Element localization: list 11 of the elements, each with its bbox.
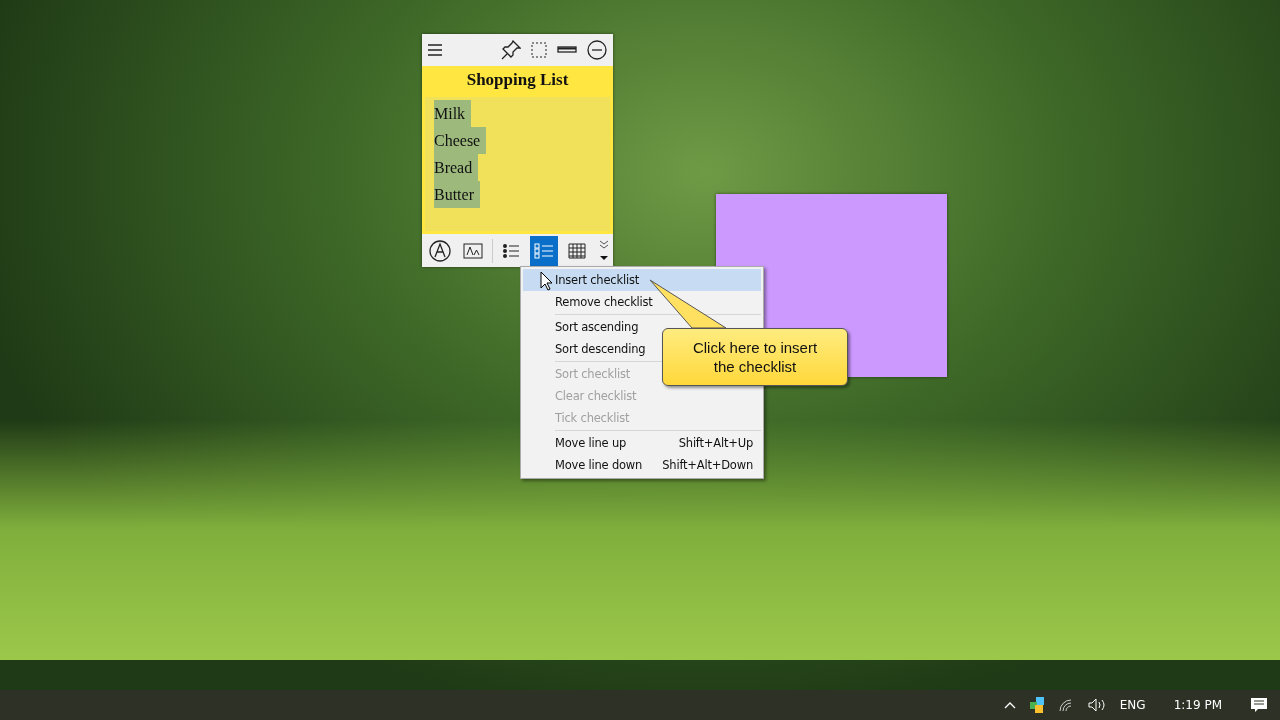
- shortcut-text: Shift+Alt+Up: [678, 436, 753, 450]
- callout-tooltip: Click here to insert the checklist: [662, 328, 848, 386]
- clock[interactable]: 1:19 PM: [1159, 698, 1236, 712]
- language-indicator[interactable]: ENG: [1119, 698, 1146, 712]
- note-title: Shopping List: [422, 66, 613, 94]
- menu-item[interactable]: Move line down Shift+Alt+Down: [523, 454, 761, 476]
- menu-item[interactable]: Insert checklist: [523, 269, 761, 291]
- shortcut-text: Shift+Alt+Down: [662, 458, 753, 472]
- note-body[interactable]: Milk Cheese Bread Butter: [422, 94, 613, 234]
- menu-item[interactable]: Move line up Shift+Alt+Up: [523, 432, 761, 454]
- menu-item[interactable]: Remove checklist: [523, 291, 761, 313]
